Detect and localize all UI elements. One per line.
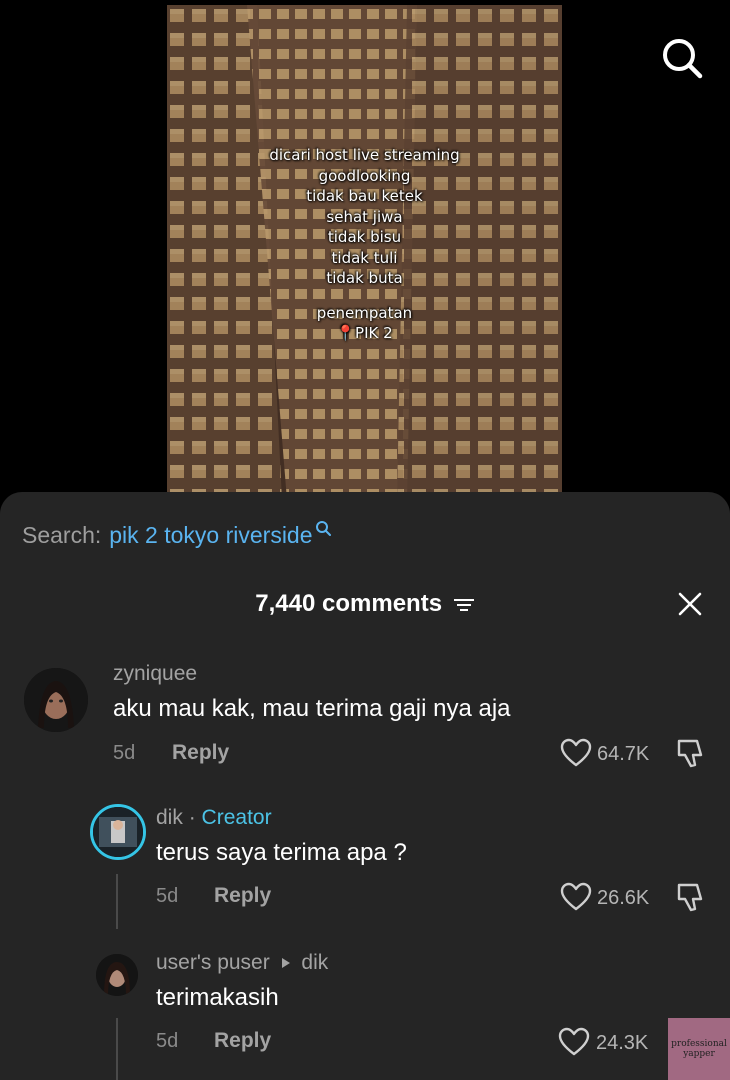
- caption-line: tidak tuli: [331, 248, 398, 267]
- close-button[interactable]: [676, 590, 704, 618]
- comment-text: terimakasih: [156, 984, 279, 1011]
- comments-sheet: Search: pik 2 tokyo riverside 7,440 comme…: [0, 492, 730, 1080]
- search-button[interactable]: [660, 36, 704, 80]
- reply-button[interactable]: Reply: [214, 1029, 271, 1053]
- comment-username: dik · Creator: [156, 806, 272, 830]
- comments-count: 7,440 comments: [255, 590, 443, 617]
- thread-line: [116, 1018, 118, 1080]
- like-heart-icon[interactable]: [560, 882, 592, 912]
- search-icon: [663, 39, 703, 79]
- caption-line: penempatan: [316, 303, 413, 322]
- reply-to-username[interactable]: dik: [301, 951, 328, 974]
- avatar-image: [24, 668, 88, 732]
- dislike-icon[interactable]: [675, 737, 707, 769]
- creator-badge: Creator: [201, 806, 272, 829]
- dislike-icon[interactable]: [675, 881, 707, 913]
- filter-icon[interactable]: [453, 597, 475, 613]
- like-heart-icon[interactable]: [558, 1027, 590, 1057]
- reply-comment-item: dik · Creator terus saya terima apa ? 5d…: [0, 804, 730, 929]
- avatar[interactable]: [90, 804, 146, 860]
- like-count: 64.7K: [597, 743, 650, 765]
- reply-username[interactable]: user's puser: [156, 951, 270, 974]
- video-thumbnail[interactable]: dicari host live streaming goodlooking t…: [167, 5, 562, 500]
- comment-username: user's puser dik: [156, 951, 328, 975]
- comment-item: zyniquee aku mau kak, mau terima gaji ny…: [0, 662, 730, 772]
- reply-comment-item: user's puser dik terimakasih 5d Reply 24…: [0, 948, 730, 1080]
- avatar-image: [96, 954, 138, 996]
- video-caption: dicari host live streaming goodlooking t…: [167, 145, 562, 344]
- comment-text: aku mau kak, mau terima gaji nya aja: [113, 695, 511, 722]
- comment-username[interactable]: zyniquee: [113, 662, 197, 686]
- avatar[interactable]: [96, 954, 138, 996]
- like-count: 24.3K: [596, 1032, 649, 1054]
- watermark-logo: professional yapper: [668, 1018, 730, 1080]
- caption-line: tidak buta: [326, 269, 403, 287]
- reply-button[interactable]: Reply: [172, 741, 229, 765]
- search-label: Search:: [22, 522, 102, 548]
- avatar[interactable]: [24, 668, 88, 732]
- caption-line: tidak bisu: [327, 228, 402, 246]
- video-area[interactable]: dicari host live streaming goodlooking t…: [0, 0, 730, 500]
- avatar-image: [93, 807, 143, 857]
- watermark-text: professional yapper: [671, 1039, 727, 1059]
- comment-time: 5d: [156, 885, 179, 907]
- comment-time: 5d: [156, 1030, 179, 1052]
- caption-line: sehat jiwa: [326, 207, 403, 226]
- caption-line: dicari host live streaming: [269, 146, 460, 164]
- related-search[interactable]: Search: pik 2 tokyo riverside: [22, 521, 331, 549]
- like-count: 26.6K: [597, 887, 650, 909]
- caption-line: 📍PIK 2: [336, 324, 393, 342]
- creator-username[interactable]: dik: [156, 806, 183, 829]
- caption-line: tidak bau ketek: [306, 187, 423, 205]
- comment-time: 5d: [113, 742, 136, 764]
- comments-header: 7,440 comments: [0, 590, 730, 618]
- thread-line: [116, 874, 118, 929]
- comment-text: terus saya terima apa ?: [156, 839, 407, 866]
- search-small-icon: [315, 521, 331, 536]
- reply-arrow-icon: [281, 958, 290, 969]
- like-heart-icon[interactable]: [560, 738, 592, 768]
- reply-button[interactable]: Reply: [214, 884, 271, 908]
- close-icon: [678, 592, 702, 616]
- search-query-link[interactable]: pik 2 tokyo riverside: [109, 522, 312, 548]
- caption-line: goodlooking: [318, 166, 411, 185]
- separator: ·: [188, 806, 196, 829]
